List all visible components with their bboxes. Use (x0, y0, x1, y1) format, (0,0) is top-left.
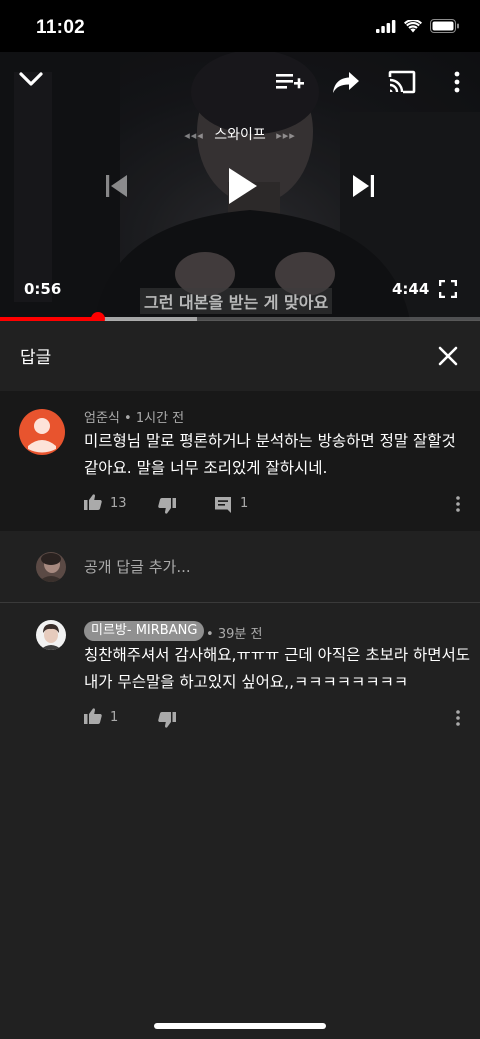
default-user-icon (28, 418, 56, 453)
avatar[interactable] (19, 409, 65, 455)
cast-icon[interactable] (388, 70, 416, 94)
swipe-left-arrows: ◂◂◂ (184, 129, 204, 142)
like-icon[interactable] (84, 494, 102, 510)
video-caption: 그런 대본을 받는 게 맞아요 (140, 288, 333, 314)
reply-dislike-icon[interactable] (158, 712, 176, 728)
reply-count: 1 (240, 496, 249, 511)
add-reply-input[interactable]: 공개 답글 추가... (84, 556, 191, 577)
my-avatar (36, 552, 66, 582)
reply-icon[interactable] (215, 497, 231, 513)
video-player[interactable]: ◂◂◂ 스와이프 ▸▸▸ 0:56 그런 대본을 받는 게 맞아요 4:44 (0, 52, 480, 320)
fullscreen-icon[interactable] (439, 280, 457, 298)
current-time: 0:56 (24, 280, 62, 298)
minimize-chevron-icon[interactable] (18, 70, 44, 88)
next-video-icon[interactable] (352, 174, 374, 198)
reply-meta: • 39분 전 (206, 627, 263, 642)
channel-owner-badge[interactable]: 미르방- MIRBANG (84, 621, 205, 641)
add-reply-row[interactable] (0, 532, 480, 602)
wifi-icon (404, 19, 422, 32)
total-duration: 4:44 (392, 280, 430, 298)
status-time: 11:02 (36, 17, 86, 38)
swipe-label: 스와이프 (214, 127, 266, 143)
divider (0, 602, 480, 603)
reply-text: 칭찬해주셔서 감사해요,ㅠㅠㅠ 근데 아직은 초보라 하면서도 내가 무슨말을 … (84, 646, 471, 691)
comment-text: 미르형님 말로 평론하거나 분석하는 방송하면 정말 잘할것 같아요. 말을 너… (84, 432, 456, 477)
swipe-right-arrows: ▸▸▸ (276, 129, 296, 142)
status-bar: 11:02 (0, 0, 480, 52)
more-options-icon[interactable] (452, 70, 462, 94)
play-icon[interactable] (227, 166, 259, 206)
replies-title: 답글 (20, 348, 52, 368)
battery-icon (430, 19, 459, 33)
previous-video-icon[interactable] (106, 174, 128, 198)
like-count: 13 (110, 496, 127, 511)
reply-author-avatar[interactable] (36, 620, 66, 650)
cellular-signal-icon (376, 19, 396, 33)
close-icon[interactable] (432, 340, 464, 372)
dislike-icon[interactable] (158, 498, 176, 514)
comment-more-icon[interactable] (455, 496, 461, 512)
reply-more-icon[interactable] (455, 710, 461, 726)
replies-header: 답글 (0, 321, 480, 391)
reply-time: 39분 전 (217, 627, 263, 642)
swipe-hint: ◂◂◂ 스와이프 ▸▸▸ (0, 124, 480, 144)
home-indicator[interactable] (154, 1023, 326, 1029)
comment-time: 1시간 전 (135, 411, 185, 426)
reply-like-icon[interactable] (84, 708, 102, 724)
share-icon[interactable] (332, 70, 360, 94)
reply-like-count: 1 (110, 710, 119, 725)
comment-author[interactable]: 엄준식 (84, 411, 120, 426)
add-to-queue-icon[interactable] (276, 72, 304, 94)
comment-meta: 엄준식 • 1시간 전 (84, 411, 185, 426)
